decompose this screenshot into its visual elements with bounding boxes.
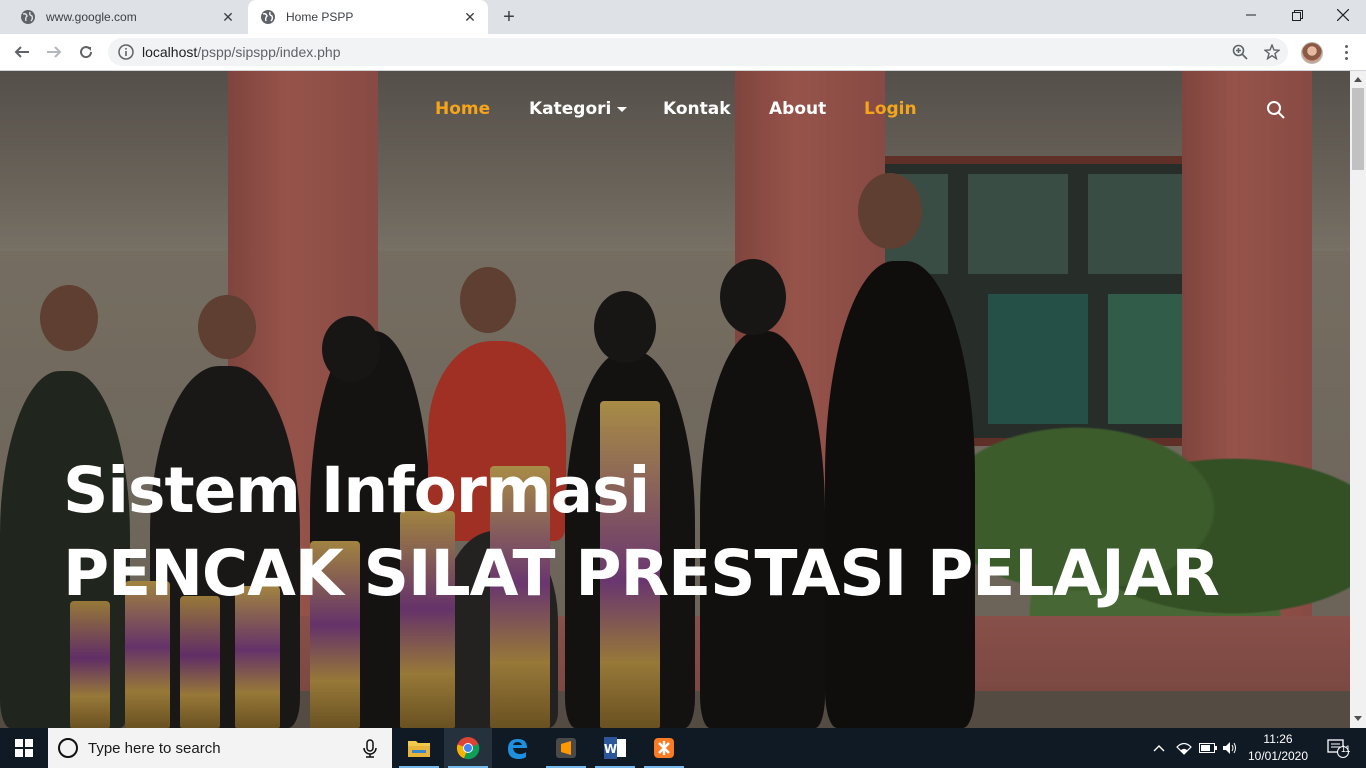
arrow-left-icon <box>14 46 29 58</box>
scrollbar-thumb[interactable] <box>1352 88 1364 170</box>
browser-menu-icon[interactable] <box>1334 38 1358 66</box>
forward-button[interactable] <box>40 38 68 66</box>
tab-title: Home PSPP <box>286 10 354 24</box>
new-tab-button[interactable]: + <box>498 6 520 28</box>
taskbar-search-box[interactable]: Type here to search <box>48 728 392 768</box>
reload-icon <box>80 46 93 59</box>
taskbar-search-placeholder: Type here to search <box>88 739 221 757</box>
scroll-down-arrow-icon[interactable] <box>1354 716 1362 721</box>
reload-button[interactable] <box>72 38 100 66</box>
url-text: localhost/pspp/sipspp/index.php <box>142 44 340 60</box>
nav-kontak[interactable]: Kontak <box>663 99 731 119</box>
start-button[interactable] <box>0 728 48 768</box>
edge-icon[interactable] <box>493 728 541 768</box>
tab-title: www.google.com <box>46 10 137 24</box>
page-viewport: Home Kategori Kontak About Login Sistem … <box>0 71 1350 728</box>
url-host: localhost <box>142 44 198 60</box>
tab-google[interactable]: www.google.com ✕ <box>8 0 246 34</box>
microphone-icon[interactable] <box>360 738 380 758</box>
sublime-text-icon[interactable] <box>542 728 590 768</box>
cortana-icon <box>58 738 78 758</box>
address-bar[interactable]: localhost/pspp/sipspp/index.php <box>108 38 1288 66</box>
windows-taskbar: Type here to search W 11:26 10/01/2020 1… <box>0 728 1366 768</box>
hero-background-photo <box>0 71 1350 728</box>
clock-time: 11:26 <box>1263 732 1293 746</box>
bookmark-star-icon[interactable] <box>1258 38 1286 66</box>
page-scrollbar[interactable] <box>1350 71 1366 728</box>
action-center-icon[interactable]: 11 <box>1318 728 1358 768</box>
hero-title-line2: PENCAK SILAT PRESTASI PELAJAR <box>63 537 1220 610</box>
tab-strip: www.google.com ✕ Home PSPP ✕ + <box>0 0 1366 34</box>
notification-count: 11 <box>1341 744 1351 754</box>
hero-title-line1: Sistem Informasi <box>63 454 650 527</box>
taskbar-clock[interactable]: 11:26 10/01/2020 <box>1245 731 1311 765</box>
back-button[interactable] <box>8 38 36 66</box>
browser-toolbar: localhost/pspp/sipspp/index.php <box>0 34 1366 71</box>
wifi-icon[interactable] <box>1174 728 1194 768</box>
tab-home-pspp[interactable]: Home PSPP ✕ <box>248 0 488 34</box>
zoom-icon[interactable] <box>1226 38 1254 66</box>
xampp-icon[interactable] <box>640 728 688 768</box>
info-icon[interactable] <box>118 44 134 60</box>
battery-icon[interactable] <box>1198 728 1218 768</box>
restore-button[interactable] <box>1274 0 1320 30</box>
volume-icon[interactable] <box>1220 728 1240 768</box>
caret-down-icon <box>617 106 628 112</box>
scroll-up-arrow-icon[interactable] <box>1354 77 1362 82</box>
profile-avatar[interactable] <box>1301 42 1323 64</box>
globe-icon <box>260 9 276 25</box>
nav-home[interactable]: Home <box>435 99 490 119</box>
minimize-button[interactable] <box>1228 0 1274 30</box>
search-icon[interactable] <box>1266 100 1286 120</box>
windows-logo-icon <box>15 739 33 757</box>
clock-date: 10/01/2020 <box>1247 749 1309 763</box>
nav-about[interactable]: About <box>769 99 826 119</box>
file-explorer-icon[interactable] <box>395 728 443 768</box>
close-tab-icon[interactable]: ✕ <box>218 7 238 27</box>
url-path: /pspp/sipspp/index.php <box>197 44 341 60</box>
chrome-icon[interactable] <box>444 728 492 768</box>
word-icon[interactable]: W <box>591 728 639 768</box>
show-hidden-icons-chevron-icon[interactable] <box>1150 728 1168 768</box>
arrow-right-icon <box>47 46 62 58</box>
nav-kategori-label: Kategori <box>529 99 612 119</box>
svg-text:W: W <box>604 742 617 756</box>
globe-icon <box>20 9 36 25</box>
nav-login[interactable]: Login <box>864 99 917 119</box>
close-window-button[interactable] <box>1320 0 1366 30</box>
site-navbar: Home Kategori Kontak About Login <box>0 99 1350 123</box>
nav-kategori[interactable]: Kategori <box>529 99 628 119</box>
close-tab-icon[interactable]: ✕ <box>460 7 480 27</box>
